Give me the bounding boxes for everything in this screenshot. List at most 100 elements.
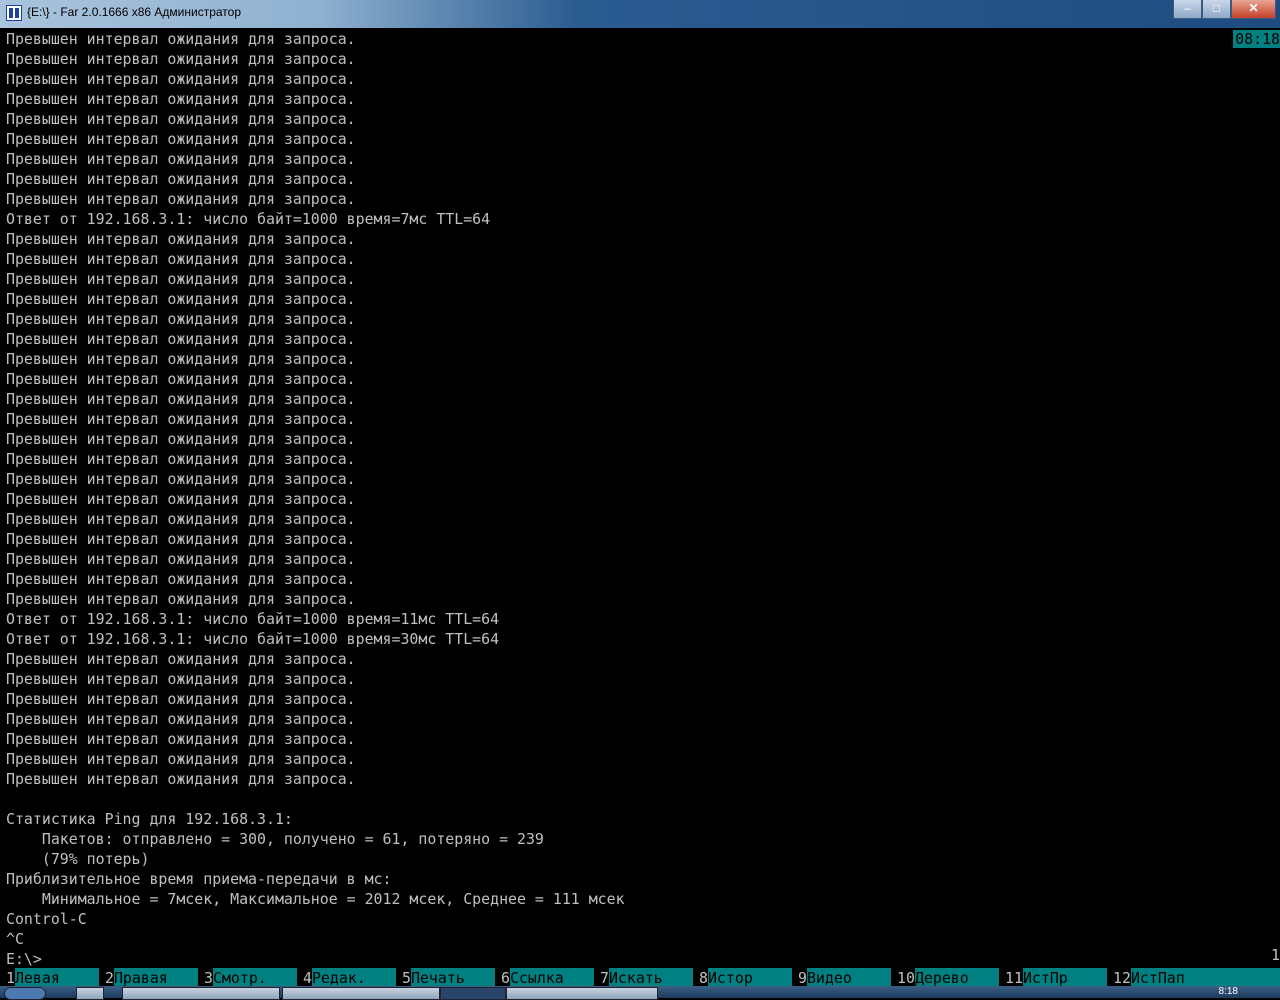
console-line: E:\> (6, 950, 42, 968)
title-bar[interactable]: {E:\} - Far 2.0.1666 x86 Администратор –… (0, 0, 1280, 28)
console-line: Превышен интервал ожидания для запроса. (6, 90, 356, 108)
fkey-number: 3 (198, 968, 213, 986)
fkey-number: 7 (594, 968, 609, 986)
console-line: Превышен интервал ожидания для запроса. (6, 350, 356, 368)
fkey-7[interactable]: 7 Искать (594, 968, 693, 986)
fkey-6[interactable]: 6 Ссылка (495, 968, 594, 986)
console-line: Превышен интервал ожидания для запроса. (6, 410, 356, 428)
fkey-3[interactable]: 3 Смотр. (198, 968, 297, 986)
console-line: Превышен интервал ожидания для запроса. (6, 770, 356, 788)
console-line: Превышен интервал ожидания для запроса. (6, 550, 356, 568)
fkey-number: 11 (999, 968, 1023, 986)
function-key-bar: 1 Левая 2 Правая 3 Смотр. 4 Редак. 5 Печать 6 Ссылк… (0, 968, 1280, 986)
console-line: (79% потерь) (6, 850, 150, 868)
fkey-number: 6 (495, 968, 510, 986)
console-line: Превышен интервал ожидания для запроса. (6, 390, 356, 408)
taskbar-far-window-2[interactable] (282, 987, 440, 1000)
console-line: Превышен интервал ожидания для запроса. (6, 670, 356, 688)
console-line: Превышен интервал ожидания для запроса. (6, 150, 356, 168)
fkey-8[interactable]: 8 Истор (693, 968, 792, 986)
console-line: Превышен интервал ожидания для запроса. (6, 430, 356, 448)
fkey-label: Левая (14, 968, 99, 986)
console-line: ^C (6, 930, 24, 948)
fkey-label: ИстПр (1022, 968, 1107, 986)
fkey-1[interactable]: 1 Левая (0, 968, 99, 986)
console-line: Превышен интервал ожидания для запроса. (6, 470, 356, 488)
fkey-5[interactable]: 5 Печать (396, 968, 495, 986)
console-line: Превышен интервал ожидания для запроса. (6, 230, 356, 248)
fkey-2[interactable]: 2 Правая (99, 968, 198, 986)
console-line: Превышен интервал ожидания для запроса. (6, 310, 356, 328)
console-line: Превышен интервал ожидания для запроса. (6, 190, 356, 208)
fkey-number: 8 (693, 968, 708, 986)
far-clock: 08:18 (1233, 30, 1280, 48)
windows-taskbar: 8:18 (0, 986, 1280, 1000)
fkey-number: 4 (297, 968, 312, 986)
fkey-11[interactable]: 11 ИстПр (999, 968, 1107, 986)
fkey-label: Искать (608, 968, 693, 986)
fkey-number: 2 (99, 968, 114, 986)
console-line: Превышен интервал ожидания для запроса. (6, 30, 356, 48)
console-line: Статистика Ping для 192.168.3.1: (6, 810, 293, 828)
console-line: Превышен интервал ожидания для запроса. (6, 170, 356, 188)
console-line: Превышен интервал ожидания для запроса. (6, 130, 356, 148)
console-line: Превышен интервал ожидания для запроса. (6, 750, 356, 768)
console-line: Превышен интервал ожидания для запроса. (6, 730, 356, 748)
taskbar-clock: 8:18 (1218, 986, 1238, 997)
fkey-label: Правая (113, 968, 198, 986)
fkey-label: Печать (410, 968, 495, 986)
fkey-number: 5 (396, 968, 411, 986)
console-line: Превышен интервал ожидания для запроса. (6, 110, 356, 128)
console-line: Превышен интервал ожидания для запроса. (6, 650, 356, 668)
taskbar-ie-window[interactable] (506, 987, 658, 1000)
console-line: Превышен интервал ожидания для запроса. (6, 450, 356, 468)
minimize-button[interactable]: – (1173, 0, 1202, 19)
start-button[interactable] (4, 987, 46, 1000)
console-line: Превышен интервал ожидания для запроса. (6, 570, 356, 588)
fkey-label: Ссылка (509, 968, 594, 986)
console-line: Превышен интервал ожидания для запроса. (6, 710, 356, 728)
console-line: Превышен интервал ожидания для запроса. (6, 510, 356, 528)
fkey-label: Смотр. (212, 968, 297, 986)
taskbar-quicklaunch-icon[interactable] (76, 987, 104, 1000)
fkey-label: Дерево (914, 968, 999, 986)
console-line: Превышен интервал ожидания для запроса. (6, 50, 356, 68)
console-line: Превышен интервал ожидания для запроса. (6, 270, 356, 288)
console-line: Превышен интервал ожидания для запроса. (6, 590, 356, 608)
far-app-icon[interactable] (6, 5, 22, 21)
console-line: Превышен интервал ожидания для запроса. (6, 690, 356, 708)
fkey-number: 10 (891, 968, 915, 986)
fkey-number: 12 (1107, 968, 1131, 986)
screen-indicator: 1 (1271, 946, 1280, 964)
console-line: Control-C (6, 910, 87, 928)
console-line: Ответ от 192.168.3.1: число байт=1000 вр… (6, 630, 500, 648)
close-button[interactable]: ✕ (1231, 0, 1276, 19)
console-line: Превышен интервал ожидания для запроса. (6, 250, 356, 268)
taskbar-far-window-1[interactable] (122, 987, 280, 1000)
console-line: Ответ от 192.168.3.1: число байт=1000 вр… (6, 210, 491, 228)
window-title: {E:\} - Far 2.0.1666 x86 Администратор (27, 5, 241, 19)
fkey-label: ИстПап (1130, 968, 1280, 986)
fkey-label: Редак. (311, 968, 396, 986)
console-line: Ответ от 192.168.3.1: число байт=1000 вр… (6, 610, 500, 628)
fkey-10[interactable]: 10 Дерево (891, 968, 999, 986)
fkey-12[interactable]: 12 ИстПап (1107, 968, 1280, 986)
console-line: Превышен интервал ожидания для запроса. (6, 370, 356, 388)
console-line: Превышен интервал ожидания для запроса. (6, 70, 356, 88)
fkey-number: 1 (0, 968, 15, 986)
fkey-number: 9 (792, 968, 807, 986)
console-line: Минимальное = 7мсек, Максимальное = 2012… (6, 890, 625, 908)
console-line: Превышен интервал ожидания для запроса. (6, 490, 356, 508)
console-output[interactable]: Превышен интервал ожидания для запроса. П… (0, 28, 1280, 968)
fkey-label: Видео (806, 968, 891, 986)
console-line: Приблизительное время приема-передачи в … (6, 870, 392, 888)
fkey-4[interactable]: 4 Редак. (297, 968, 396, 986)
console-line: Превышен интервал ожидания для запроса. (6, 330, 356, 348)
taskbar-app-icon[interactable] (440, 987, 506, 1000)
fkey-label: Истор (707, 968, 792, 986)
maximize-button[interactable]: □ (1202, 0, 1231, 19)
console-line: Пакетов: отправлено = 300, получено = 61… (6, 830, 544, 848)
console-line: Превышен интервал ожидания для запроса. (6, 530, 356, 548)
console-line: Превышен интервал ожидания для запроса. (6, 290, 356, 308)
fkey-9[interactable]: 9 Видео (792, 968, 891, 986)
